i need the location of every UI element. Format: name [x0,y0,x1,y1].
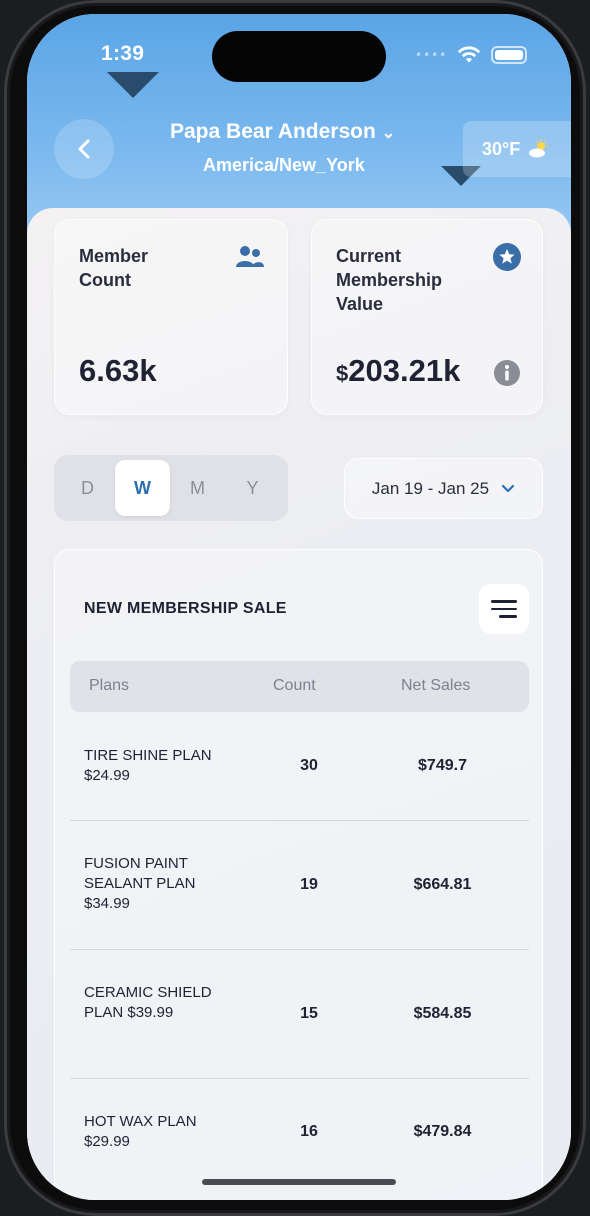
plan-net-sales: $664.81 [413,876,472,893]
weather-temp: 30°F [482,138,521,159]
status-indicators: •••• [415,44,528,66]
star-badge-icon [492,242,522,272]
period-option-day[interactable]: D [60,460,115,516]
plan-count: 16 [300,1123,318,1140]
section-title: NEW MEMBERSHIP SALE [84,600,287,617]
menu-lines-icon [491,600,517,603]
table-row[interactable]: TIRE SHINE PLAN $24.99 30 $749.7 [70,712,529,821]
plan-net-sales: $749.7 [418,757,467,774]
plan-net-sales: $479.84 [413,1123,472,1140]
new-membership-sale-card: NEW MEMBERSHIP SALE Plans Count Net Sale… [54,549,543,1200]
plan-name: TIRE SHINE PLAN $24.99 [84,747,212,784]
chevron-down-icon: ⌄ [381,125,396,142]
home-indicator[interactable] [202,1179,396,1185]
timezone-label: America/New_York [203,155,365,175]
card-label: Current Membership Value [336,246,443,314]
table-row[interactable]: CERAMIC SHIELD PLAN $39.99 15 $584.85 [70,950,529,1079]
member-count-card[interactable]: Member Count 6.63k [54,219,288,415]
plan-count: 30 [300,757,318,774]
plan-name: CERAMIC SHIELD PLAN $39.99 [84,984,212,1021]
date-range-dropdown[interactable]: Jan 19 - Jan 25 [344,458,543,519]
info-icon[interactable] [492,358,522,388]
membership-value: $203.21k [336,353,461,388]
cursor-pointer-icon [107,72,159,98]
location-name: Papa Bear Anderson [170,120,376,143]
column-header-count: Count [273,677,316,694]
users-icon [235,242,265,272]
plan-name: HOT WAX PLAN $29.99 [84,1113,197,1150]
plan-name: FUSION PAINT SEALANT PLAN $34.99 [84,855,196,912]
table-row[interactable]: FUSION PAINT SEALANT PLAN $34.99 19 $664… [70,821,529,950]
period-option-week[interactable]: W [115,460,170,516]
chevron-down-icon [501,484,515,492]
plan-count: 15 [300,1005,318,1022]
wifi-icon [458,46,481,63]
table-header: Plans Count Net Sales [70,661,529,712]
table-row[interactable]: HOT WAX PLAN $29.99 16 $479.84 [70,1079,529,1189]
location-selector[interactable]: Papa Bear Anderson ⌄ [170,120,430,144]
filter-button[interactable] [479,584,529,634]
membership-value-card[interactable]: Current Membership Value $203.21k [311,219,543,415]
period-option-year[interactable]: Y [225,460,280,516]
plan-count: 19 [300,876,318,893]
weather-badge[interactable]: 30°F [463,121,571,177]
column-header-net-sales: Net Sales [401,677,471,694]
status-time: 1:39 [101,42,145,65]
battery-icon [491,46,528,64]
period-selector: D W M Y [54,455,288,521]
dynamic-island [212,31,386,82]
plan-net-sales: $584.85 [413,1005,472,1022]
column-header-plans: Plans [89,677,130,694]
back-button[interactable] [54,119,114,179]
period-option-month[interactable]: M [170,460,225,516]
chevron-left-icon [78,139,90,159]
date-range-label: Jan 19 - Jan 25 [371,478,490,498]
card-label: Member Count [79,246,149,290]
signal-icon: •••• [415,48,448,62]
partly-sunny-icon [529,139,548,158]
app-screen: 1:39 •••• Papa Bear Anderson ⌄ America/Ne… [27,14,571,1200]
member-count-value: 6.63k [79,353,157,388]
